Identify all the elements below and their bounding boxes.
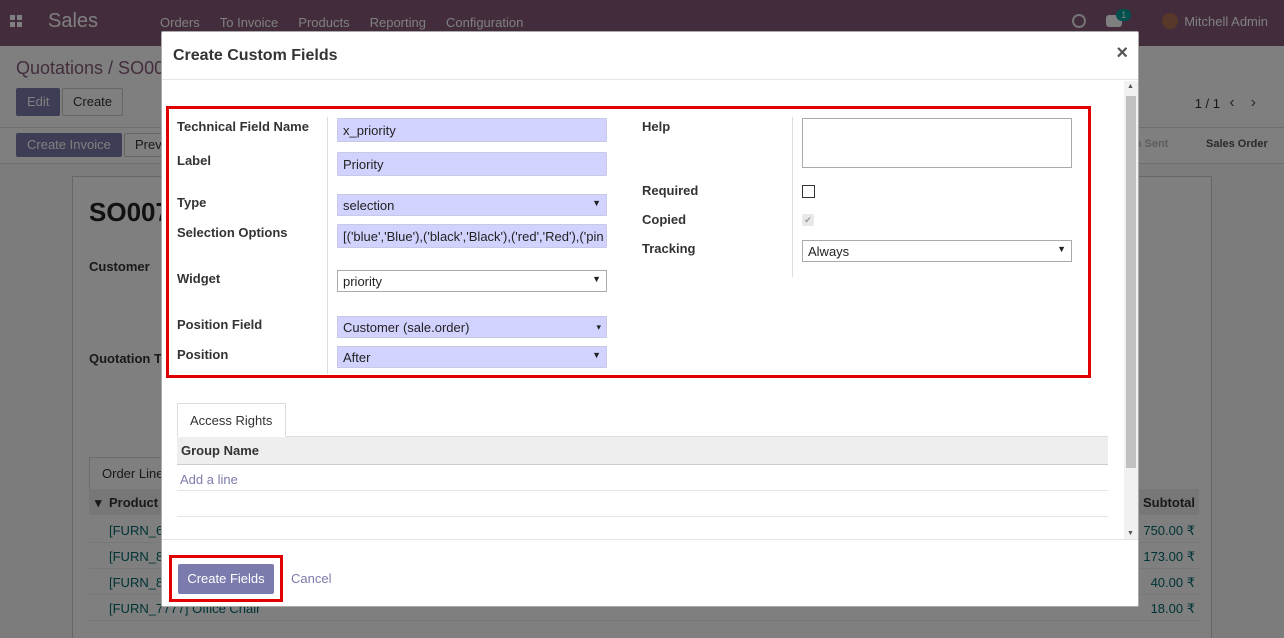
label-input[interactable]: Priority bbox=[337, 152, 607, 176]
type-label: Type bbox=[177, 195, 207, 210]
chevron-down-icon: ▼ bbox=[592, 274, 601, 284]
tracking-select-value: Always bbox=[808, 244, 850, 259]
dialog-header: Create Custom Fields × bbox=[162, 32, 1138, 80]
dialog-scrollbar[interactable]: ▲ ▼ bbox=[1124, 81, 1138, 539]
scroll-down-icon[interactable]: ▼ bbox=[1127, 530, 1134, 537]
copied-checkbox[interactable]: ✔ bbox=[802, 214, 814, 226]
create-fields-button[interactable]: Create Fields bbox=[178, 564, 274, 594]
create-custom-fields-dialog: Create Custom Fields × Technical Field N… bbox=[161, 31, 1139, 607]
copied-label: Copied bbox=[642, 212, 687, 227]
position-field-select-value: Customer (sale.order) bbox=[343, 320, 470, 335]
row-divider bbox=[177, 516, 1108, 517]
row-divider bbox=[177, 490, 1108, 491]
position-field-label: Position Field bbox=[177, 317, 263, 332]
widget-select[interactable]: priority ▼ bbox=[337, 270, 607, 292]
position-field-select[interactable]: Customer (sale.order) ▾ bbox=[337, 316, 607, 338]
help-label: Help bbox=[642, 119, 671, 134]
type-select-value: selection bbox=[343, 198, 395, 213]
tracking-label: Tracking bbox=[642, 241, 696, 256]
selection-options-input[interactable]: [('blue','Blue'),('black','Black'),('red… bbox=[337, 224, 607, 248]
scrollbar-thumb[interactable] bbox=[1126, 96, 1136, 468]
technical-name-label: Technical Field Name bbox=[177, 119, 309, 134]
widget-select-value: priority bbox=[343, 274, 383, 289]
position-select[interactable]: After ▼ bbox=[337, 346, 607, 368]
technical-name-input[interactable]: x_priority bbox=[337, 118, 607, 142]
dialog-footer: Create Fields Cancel bbox=[162, 539, 1138, 606]
add-line-link[interactable]: Add a line bbox=[180, 472, 238, 487]
column-separator bbox=[327, 117, 328, 374]
dialog-title: Create Custom Fields bbox=[173, 47, 338, 64]
column-separator bbox=[792, 117, 793, 277]
help-textarea[interactable] bbox=[802, 118, 1072, 168]
close-icon[interactable]: × bbox=[1116, 42, 1128, 65]
required-checkbox[interactable] bbox=[802, 185, 815, 198]
chevron-down-icon: ▼ bbox=[592, 198, 601, 208]
chevron-down-icon: ▼ bbox=[1057, 244, 1066, 254]
tracking-select[interactable]: Always ▼ bbox=[802, 240, 1072, 262]
required-label: Required bbox=[642, 183, 699, 198]
position-select-value: After bbox=[343, 350, 371, 365]
chevron-down-icon: ▼ bbox=[592, 350, 601, 360]
tab-access-rights[interactable]: Access Rights bbox=[177, 403, 286, 437]
scroll-up-icon[interactable]: ▲ bbox=[1127, 83, 1134, 90]
position-label: Position bbox=[177, 347, 229, 362]
label-label: Label bbox=[177, 153, 211, 168]
dialog-body: Technical Field Name x_priority Label Pr… bbox=[162, 81, 1138, 539]
selection-options-label: Selection Options bbox=[177, 225, 288, 240]
type-select[interactable]: selection ▼ bbox=[337, 194, 607, 216]
chevron-down-icon: ▾ bbox=[596, 322, 601, 332]
column-group-name[interactable]: Group Name bbox=[177, 437, 1108, 465]
widget-label: Widget bbox=[177, 271, 221, 286]
cancel-button[interactable]: Cancel bbox=[291, 571, 331, 586]
